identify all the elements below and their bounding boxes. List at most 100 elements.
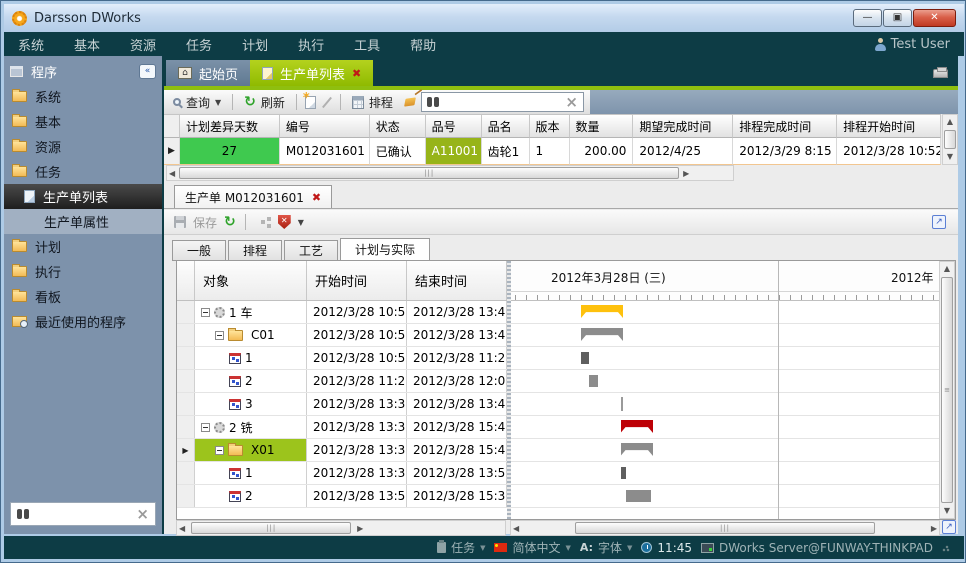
gantt-bar-sumG[interactable] — [621, 443, 654, 456]
subpanel-tab-计划与实际[interactable]: 计划与实际 — [340, 238, 430, 261]
tree-column-header[interactable]: 开始时间 — [307, 261, 407, 300]
column-header[interactable]: 排程完成时间 — [733, 115, 837, 138]
column-header[interactable]: 排程开始时间 — [837, 115, 941, 138]
plan-object-cell[interactable]: 1 — [195, 347, 307, 369]
maximize-button[interactable]: ▣ — [883, 9, 912, 27]
sidebar-item[interactable]: 基本 — [4, 109, 162, 134]
close-button[interactable]: ✕ — [913, 9, 956, 27]
status-font-menu[interactable]: A: 字体 ▼ — [580, 539, 633, 556]
minimize-button[interactable]: — — [853, 9, 882, 27]
gantt-bar-tDark[interactable] — [581, 352, 589, 364]
user-box[interactable]: Test User — [875, 37, 950, 52]
menu-item[interactable]: 任务 — [186, 35, 212, 54]
sidebar-item[interactable]: 资源 — [4, 134, 162, 159]
gantt-horizontal-scrollbar[interactable]: ◀|||▶ — [510, 520, 940, 536]
sidebar-item[interactable]: 任务 — [4, 159, 162, 184]
plan-table-row[interactable]: C012012/3/28 10:522012/3/28 13:40 — [177, 324, 507, 347]
sidebar-item[interactable]: 生产单属性 — [4, 209, 162, 234]
save-button[interactable]: 保存 — [193, 214, 217, 231]
subpanel-tab-一般[interactable]: 一般 — [172, 240, 226, 261]
popout-icon[interactable]: ↗ — [932, 215, 946, 229]
gantt-popout-icon[interactable]: ↗ — [942, 520, 956, 534]
printer-icon[interactable] — [933, 69, 948, 78]
refresh-button[interactable]: ↻ 刷新 — [241, 93, 288, 112]
menu-item[interactable]: 工具 — [354, 35, 380, 54]
column-header[interactable]: 数量 — [570, 115, 634, 138]
gantt-bar-task[interactable] — [626, 490, 651, 502]
tree-column-header[interactable]: 对象 — [195, 261, 307, 300]
plan-table-row[interactable]: 12012/3/28 10:522012/3/28 11:22 — [177, 347, 507, 370]
plan-table-row[interactable]: 32012/3/28 13:302012/3/28 13:40 — [177, 393, 507, 416]
toolbar-search-clear-icon[interactable]: × — [565, 93, 578, 111]
query-button[interactable]: 查询 ▼ — [170, 93, 224, 112]
plan-object-cell[interactable]: 3 — [195, 393, 307, 415]
gantt-bar-tThin[interactable] — [621, 397, 623, 411]
gantt-bar-task[interactable] — [589, 375, 599, 387]
expand-collapse-icon[interactable] — [201, 308, 210, 317]
column-header[interactable]: 编号 — [280, 115, 370, 138]
resize-grip-icon[interactable] — [942, 544, 950, 552]
menu-item[interactable]: 系统 — [18, 35, 44, 54]
shield-delete-icon[interactable]: ✕ — [278, 215, 291, 229]
column-header[interactable]: 状态 — [370, 115, 426, 138]
sidebar-item[interactable]: 执行 — [4, 259, 162, 284]
toolbar-search-input[interactable] — [442, 94, 565, 110]
hierarchy-icon[interactable] — [261, 220, 265, 224]
status-language-menu[interactable]: 简体中文 ▼ — [494, 539, 570, 556]
plan-table-row[interactable]: 12012/3/28 13:302012/3/28 13:50 — [177, 462, 507, 485]
edit-icon[interactable] — [322, 96, 332, 107]
gantt-bar-sumY[interactable] — [581, 305, 623, 318]
schedule-button[interactable]: 排程 — [349, 93, 396, 112]
sidebar-search-clear-icon[interactable]: × — [136, 505, 149, 523]
order-grid-row[interactable]: ▶27M012031601已确认A11001齿轮11200.002012/4/2… — [164, 138, 941, 165]
refresh-icon[interactable]: ↻ — [224, 216, 236, 228]
status-task-menu[interactable]: 任务 ▼ — [437, 539, 485, 556]
plan-object-cell[interactable]: 1 — [195, 462, 307, 484]
grid-vertical-scrollbar[interactable]: ▲▼ — [942, 114, 958, 165]
column-header[interactable]: 计划差异天数 — [180, 115, 280, 138]
plan-vertical-scrollbar[interactable]: ▲≡▼ — [939, 261, 955, 519]
tab-home[interactable]: ⌂ 起始页 — [166, 60, 250, 86]
query-dropdown-icon[interactable]: ▼ — [215, 98, 221, 107]
menu-item[interactable]: 执行 — [298, 35, 324, 54]
sidebar-item[interactable]: 系统 — [4, 84, 162, 109]
menu-item[interactable]: 资源 — [130, 35, 156, 54]
sidebar-item[interactable]: 生产单列表 — [4, 184, 162, 209]
plan-object-cell[interactable]: X01 — [195, 439, 307, 461]
plan-table-row[interactable]: 2 铣2012/3/28 13:302012/3/28 15:40 — [177, 416, 507, 439]
subpanel-tab[interactable]: 生产单 M012031601 ✖ — [174, 185, 332, 208]
tab-production-order-list[interactable]: 生产单列表 ✖ — [250, 60, 373, 86]
menu-item[interactable]: 帮助 — [410, 35, 436, 54]
plan-table-row[interactable]: 22012/3/28 13:502012/3/28 15:30 — [177, 485, 507, 508]
plan-table-row[interactable]: 22012/3/28 11:222012/3/28 12:00 — [177, 370, 507, 393]
expand-collapse-icon[interactable] — [215, 331, 224, 340]
gantt-bar-sumG[interactable] — [581, 328, 623, 341]
column-header[interactable]: 期望完成时间 — [633, 115, 733, 138]
sidebar-item[interactable]: 最近使用的程序 — [4, 309, 162, 334]
subpanel-tab-工艺[interactable]: 工艺 — [284, 240, 338, 261]
sidebar-item[interactable]: 计划 — [4, 234, 162, 259]
plan-table-row[interactable]: 1 车2012/3/28 10:522012/3/28 13:40 — [177, 301, 507, 324]
plan-table-row[interactable]: ▶X012012/3/28 13:302012/3/28 15:40 — [177, 439, 507, 462]
subpanel-tab-排程[interactable]: 排程 — [228, 240, 282, 261]
gantt-bar-sumR[interactable] — [621, 420, 654, 433]
plan-object-cell[interactable]: 2 铣 — [195, 416, 307, 438]
expand-collapse-icon[interactable] — [201, 423, 210, 432]
subpanel-close-icon[interactable]: ✖ — [312, 191, 321, 204]
shield-dropdown-icon[interactable]: ▼ — [298, 218, 304, 227]
column-header[interactable]: 品名 — [482, 115, 530, 138]
menu-item[interactable]: 基本 — [74, 35, 100, 54]
sidebar-item[interactable]: 看板 — [4, 284, 162, 309]
column-header[interactable]: 版本 — [530, 115, 570, 138]
plan-object-cell[interactable]: 2 — [195, 485, 307, 507]
tree-horizontal-scrollbar[interactable]: ◀|||▶ — [176, 520, 506, 536]
broom-icon[interactable] — [404, 97, 416, 106]
grid-horizontal-scrollbar[interactable]: ◀|||▶ — [166, 165, 734, 181]
sidebar-search-input[interactable] — [32, 506, 136, 522]
plan-object-cell[interactable]: 2 — [195, 370, 307, 392]
plan-object-cell[interactable]: C01 — [195, 324, 307, 346]
tab-close-icon[interactable]: ✖ — [352, 67, 361, 80]
expand-collapse-icon[interactable] — [215, 446, 224, 455]
column-header[interactable]: 品号 — [426, 115, 482, 138]
menu-item[interactable]: 计划 — [242, 35, 268, 54]
